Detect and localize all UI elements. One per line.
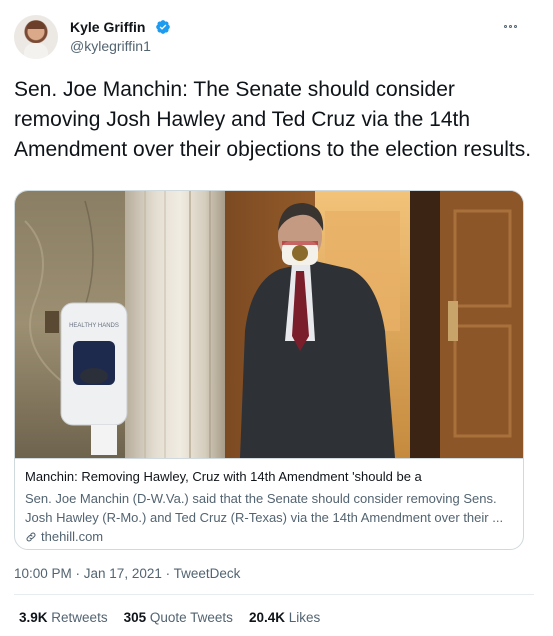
likes-count: 20.4K	[248, 610, 285, 625]
link-card[interactable]: HEALTHY HANDS Manchin: Removing Hawley, …	[14, 190, 524, 550]
more-options-icon[interactable]	[504, 20, 524, 32]
retweets-count: 3.9K	[19, 610, 48, 625]
quote-tweets-stat[interactable]: 305 Quote Tweets	[124, 610, 233, 625]
retweets-stat[interactable]: 3.9K Retweets	[19, 610, 108, 625]
quote-tweets-count: 305	[123, 610, 147, 625]
card-image[interactable]: HEALTHY HANDS	[15, 191, 524, 458]
avatar[interactable]	[14, 15, 58, 59]
author-name[interactable]: Kyle Griffin	[70, 19, 145, 35]
tweet-text: Sen. Joe Manchin: The Senate should cons…	[14, 78, 532, 161]
tweet-timestamp[interactable]: 10:00 PM · Jan 17, 2021 · TweetDeck	[14, 566, 240, 581]
card-domain-text: thehill.com	[41, 529, 104, 544]
retweets-label: Retweets	[51, 610, 108, 625]
link-icon	[26, 532, 36, 541]
verified-badge-icon	[156, 20, 170, 34]
sign-text: HEALTHY HANDS	[69, 323, 119, 329]
quote-tweets-label: Quote Tweets	[149, 610, 233, 625]
card-description: Sen. Joe Manchin (D-W.Va.) said that the…	[25, 491, 504, 525]
card-info[interactable]: Manchin: Removing Hawley, Cruz with 14th…	[15, 458, 523, 549]
divider	[14, 594, 534, 595]
author-handle[interactable]: @kylegriffin1	[70, 38, 151, 54]
tweet-stats: 3.9K Retweets 305 Quote Tweets 20.4K Lik…	[19, 610, 320, 625]
card-title: Manchin: Removing Hawley, Cruz with 14th…	[25, 469, 422, 484]
likes-label: Likes	[288, 610, 321, 625]
likes-stat[interactable]: 20.4K Likes	[249, 610, 320, 625]
card-domain[interactable]: thehill.com	[25, 529, 103, 544]
tweet: Kyle Griffin @kylegriffin1 Sen. Joe Manc…	[0, 0, 553, 636]
